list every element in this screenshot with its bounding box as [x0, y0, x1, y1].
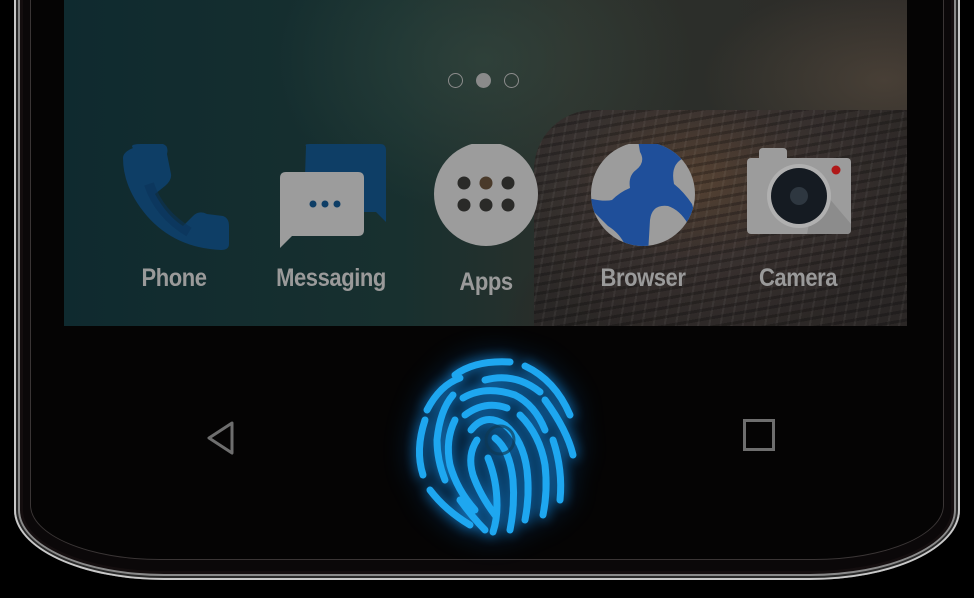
app-dock: Phone Messaging Apps Browser Camera [64, 142, 907, 304]
app-label: Messaging [276, 264, 386, 292]
app-messaging[interactable]: Messaging [261, 144, 401, 293]
page-dot-2-active[interactable] [476, 73, 491, 88]
app-phone[interactable]: Phone [104, 144, 244, 293]
app-label: Apps [459, 268, 513, 296]
page-dot-3[interactable] [504, 73, 519, 88]
home-fingerprint-button[interactable] [385, 340, 585, 540]
back-button[interactable] [204, 420, 238, 456]
app-label: Camera [758, 264, 838, 292]
app-label: Phone [141, 264, 207, 292]
app-label: Browser [600, 264, 686, 292]
page-dot-1[interactable] [448, 73, 463, 88]
recents-button[interactable] [743, 419, 775, 451]
app-drawer[interactable]: Apps [416, 142, 556, 297]
apps-grid-icon [431, 142, 541, 250]
globe-icon [588, 142, 698, 250]
camera-icon [743, 144, 853, 250]
phone-icon [119, 144, 229, 250]
home-screen: Phone Messaging Apps Browser Camera [64, 0, 907, 326]
page-indicator[interactable] [448, 73, 519, 88]
messaging-icon [276, 144, 386, 250]
fingerprint-icon [416, 358, 577, 536]
back-triangle-icon [207, 421, 234, 455]
app-camera[interactable]: Camera [728, 144, 868, 293]
app-browser[interactable]: Browser [573, 142, 713, 293]
